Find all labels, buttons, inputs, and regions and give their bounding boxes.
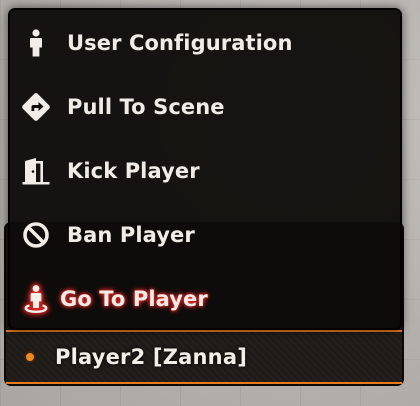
menu-item-user-configuration[interactable]: User Configuration bbox=[10, 11, 400, 75]
menu-item-label: Kick Player bbox=[67, 159, 200, 183]
menu-item-ban-player[interactable]: Ban Player bbox=[10, 203, 400, 267]
menu-item-kick-player[interactable]: Kick Player bbox=[10, 139, 400, 203]
ban-icon bbox=[20, 219, 52, 251]
player-color-dot bbox=[24, 351, 36, 363]
player-context-menu: User Configuration Pull To Scene Kick Pl… bbox=[8, 8, 402, 330]
menu-item-go-to-player[interactable]: Go To Player bbox=[10, 267, 400, 331]
street-view-icon bbox=[20, 283, 52, 315]
menu-item-label: Ban Player bbox=[67, 223, 195, 247]
player-name: Player2 [Zanna] bbox=[55, 345, 247, 369]
player-row[interactable]: Player2 [Zanna] bbox=[6, 330, 402, 384]
directions-sign-icon bbox=[20, 91, 52, 123]
menu-item-label: User Configuration bbox=[67, 31, 293, 55]
menu-item-label: Go To Player bbox=[60, 287, 208, 311]
door-exit-icon bbox=[20, 155, 52, 187]
menu-item-label: Pull To Scene bbox=[67, 95, 225, 119]
menu-item-pull-to-scene[interactable]: Pull To Scene bbox=[10, 75, 400, 139]
user-icon bbox=[20, 27, 52, 59]
